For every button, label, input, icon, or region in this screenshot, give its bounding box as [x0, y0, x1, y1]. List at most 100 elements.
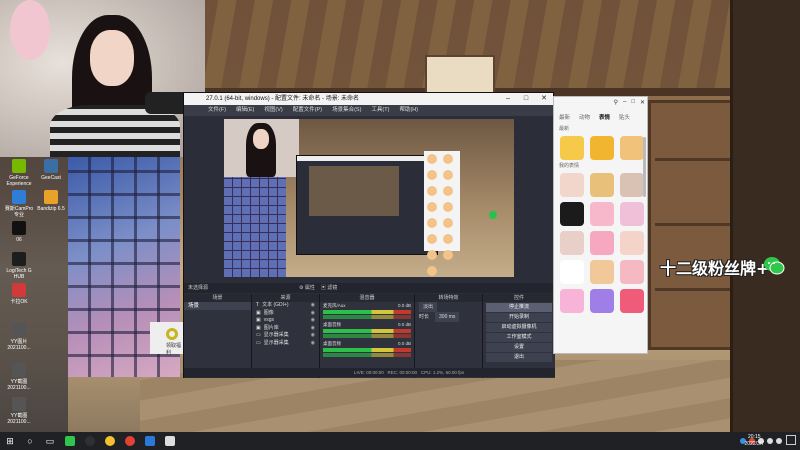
desktop-icon-label: YY截图 2021100...	[7, 413, 31, 425]
emoji-panel[interactable]: ⚲ – □ ✕ 最新 动物 表情 贴头 最新 我的表情	[553, 96, 648, 354]
menu-item[interactable]: 编辑(E)	[236, 105, 254, 116]
obs-icon[interactable]	[80, 432, 100, 450]
control-button[interactable]: 设置	[486, 343, 552, 352]
volume-slider[interactable]	[323, 315, 411, 319]
channel-name: 麦克风/Aux	[323, 303, 346, 308]
emoji-sticker[interactable]	[620, 202, 644, 226]
visibility-icon[interactable]: ◉	[311, 317, 315, 325]
control-button[interactable]: 开始录制	[486, 313, 552, 322]
no-source-label: 未选择源	[188, 285, 209, 291]
app-blue-icon[interactable]	[140, 432, 160, 450]
yy-icon[interactable]	[100, 432, 120, 450]
channel-level: 0.0 dB	[397, 322, 411, 327]
emoji-sticker[interactable]	[560, 289, 584, 313]
obs-docks: 场景 场景 + − ∧ ∨ 来源 T文本 (GDI+)◉▣图像◉▣vsgs◉▣图…	[184, 294, 555, 378]
search-icon[interactable]: ○	[20, 432, 40, 450]
transition-select[interactable]: 淡出	[419, 302, 438, 312]
emoji-scrollbar[interactable]	[643, 137, 646, 197]
emoji-sticker[interactable]	[620, 136, 644, 160]
menu-item[interactable]: 视图(V)	[264, 105, 282, 116]
task-view-icon[interactable]: ▭	[40, 432, 60, 450]
volume-slider[interactable]	[323, 353, 411, 357]
visibility-icon[interactable]: ◉	[311, 340, 315, 348]
minimize-icon[interactable]: –	[623, 99, 626, 106]
emoji-sticker[interactable]	[590, 260, 614, 284]
source-item[interactable]: ▭ 显示器采集 ◉	[252, 340, 319, 348]
wechat-icon[interactable]	[60, 432, 80, 450]
volume-slider[interactable]	[323, 334, 411, 338]
volume-icon[interactable]	[767, 438, 773, 444]
duration-input[interactable]: 300 ms	[435, 312, 460, 322]
properties-button[interactable]: ⚙ 属性	[299, 283, 315, 293]
app-white-icon[interactable]	[160, 432, 180, 450]
menu-item[interactable]: 帮助(H)	[399, 105, 418, 116]
control-button[interactable]: 工作室模式	[486, 333, 552, 342]
emoji-tab[interactable]: 动物	[579, 111, 590, 125]
emoji-sticker[interactable]	[590, 231, 614, 255]
close-icon[interactable]: ✕	[640, 99, 645, 106]
emoji-sticker[interactable]	[560, 202, 584, 226]
chrome-icon[interactable]	[120, 432, 140, 450]
close-icon[interactable]: ✕	[535, 93, 553, 105]
desktop-icon[interactable]: YY截图 2021100...	[2, 363, 36, 391]
menu-item[interactable]: 配置文件(P)	[293, 105, 322, 116]
menu-item[interactable]: 工具(T)	[371, 105, 389, 116]
network-icon[interactable]	[776, 438, 782, 444]
emoji-sticker[interactable]	[620, 289, 644, 313]
desktop-icon[interactable]: 赛斯CamPro 专业	[2, 190, 36, 218]
controls-header: 控件	[483, 294, 555, 302]
emoji-sticker[interactable]	[590, 202, 614, 226]
emoji-sticker[interactable]	[620, 260, 644, 284]
emoji-sticker[interactable]	[620, 173, 644, 197]
obs-scene-bar: 未选择源 ⚙ 属性 ▣ 滤镜	[184, 283, 555, 293]
windows-start-icon[interactable]: ⊞	[0, 432, 20, 450]
minimize-icon[interactable]: –	[499, 93, 517, 105]
visibility-icon[interactable]: ◉	[311, 302, 315, 310]
desktop-icon[interactable]: YY图片 2021100...	[2, 323, 36, 351]
filters-button[interactable]: ▣ 滤镜	[321, 283, 337, 293]
visibility-icon[interactable]: ◉	[311, 325, 315, 333]
scene-item[interactable]: 场景	[184, 302, 251, 310]
menu-item[interactable]: 场景集合(S)	[332, 105, 361, 116]
obs-preview[interactable]	[224, 119, 514, 277]
obs-window[interactable]: 27.0.1 (64-bit, windows) - 配置文件: 未命名 - 场…	[183, 92, 555, 378]
emoji-sticker[interactable]	[590, 289, 614, 313]
wallpaper-ceiling	[200, 0, 800, 90]
desktop-icon[interactable]: 06	[2, 221, 36, 243]
desktop-icon[interactable]: YY截图 2021100...	[2, 397, 36, 425]
small-ad-card[interactable]: 领取福利	[150, 322, 184, 356]
source-item[interactable]: T 文本 (GDI+) ◉	[252, 302, 319, 310]
emoji-sticker[interactable]	[560, 260, 584, 284]
visibility-icon[interactable]: ◉	[311, 310, 315, 318]
visibility-icon[interactable]: ◉	[311, 332, 315, 340]
clock[interactable]: 20:15 2022/3/7	[745, 434, 764, 448]
emoji-tab[interactable]: 表情	[599, 111, 610, 125]
emoji-tab[interactable]: 贴头	[619, 111, 630, 125]
desktop-icon[interactable]: LogiTech G HUB	[2, 252, 36, 280]
menu-item[interactable]: 文件(F)	[208, 105, 226, 116]
emoji-sticker[interactable]	[590, 136, 614, 160]
emoji-sticker[interactable]	[560, 173, 584, 197]
control-button[interactable]: 停止推流	[486, 303, 552, 312]
maximize-icon[interactable]: □	[517, 93, 535, 105]
emoji-sticker[interactable]	[560, 136, 584, 160]
desktop-icon[interactable]: Bandizip 6.5	[34, 190, 68, 212]
obs-titlebar[interactable]: 27.0.1 (64-bit, windows) - 配置文件: 未命名 - 场…	[184, 93, 553, 105]
emoji-sticker[interactable]	[560, 231, 584, 255]
emoji-tab[interactable]: 最新	[559, 111, 570, 125]
pin-icon[interactable]: ⚲	[614, 99, 618, 106]
source-item[interactable]: ▣ 图像 ◉	[252, 310, 319, 318]
notification-icon[interactable]	[786, 435, 796, 445]
control-button[interactable]: 启动虚拟摄像机	[486, 323, 552, 332]
control-button[interactable]: 退出	[486, 353, 552, 362]
source-item[interactable]: ▣ vsgs ◉	[252, 317, 319, 325]
source-item[interactable]: ▣ 图片库 ◉	[252, 325, 319, 333]
desktop-icon[interactable]: GeeCast	[34, 159, 68, 181]
maximize-icon[interactable]: □	[631, 99, 635, 106]
desktop-icon[interactable]: 卡拉OK	[2, 283, 36, 305]
emoji-sticker[interactable]	[590, 173, 614, 197]
source-item[interactable]: ▭ 显示器采集 ◉	[252, 332, 319, 340]
emoji-sticker[interactable]	[620, 231, 644, 255]
app-icon	[44, 159, 58, 173]
desktop-icon[interactable]: GeForce Experience	[2, 159, 36, 187]
